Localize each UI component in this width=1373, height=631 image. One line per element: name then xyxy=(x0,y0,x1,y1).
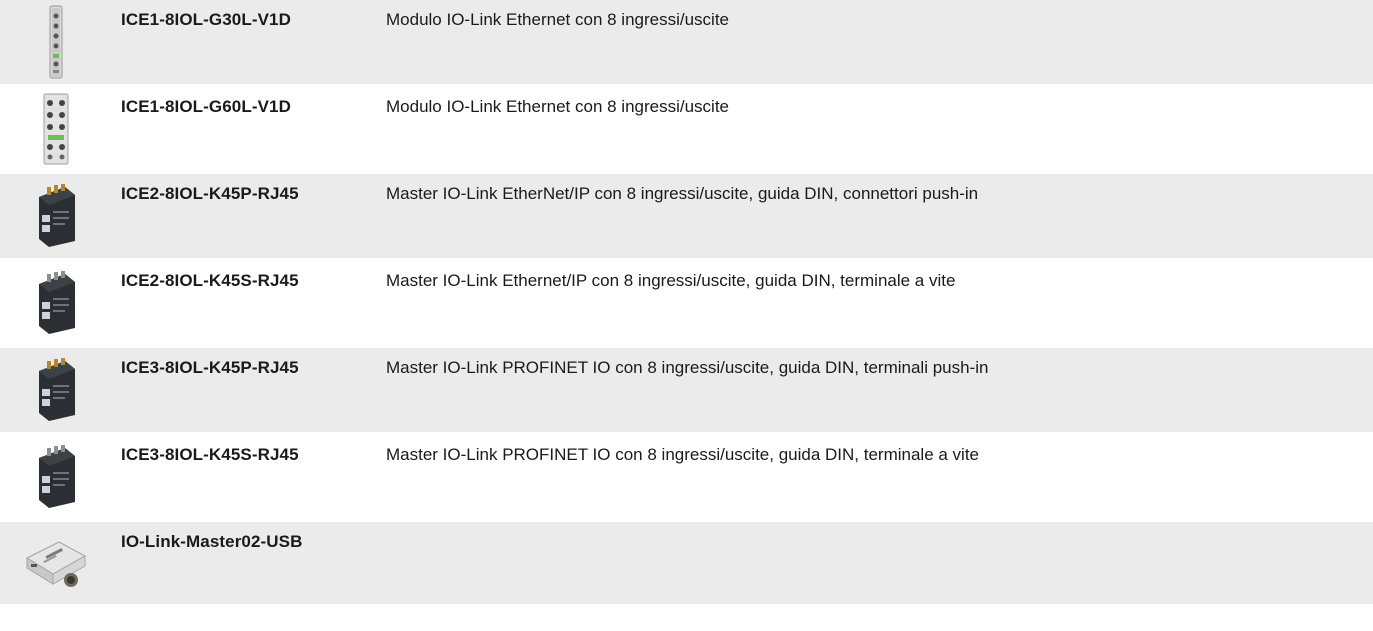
table-row: ICE3-8IOL-K45S-RJ45 Master IO-Link PROFI… xyxy=(0,435,1373,522)
product-description: Master IO-Link Ethernet/IP con 8 ingress… xyxy=(386,271,956,290)
din-rail-master-icon xyxy=(0,174,112,258)
io-link-module-slim-icon xyxy=(0,0,112,84)
usb-master-icon xyxy=(0,522,112,606)
product-code: ICE2-8IOL-K45S-RJ45 xyxy=(121,271,299,290)
table-row: IO-Link-Master02-USB xyxy=(0,522,1373,607)
product-code: ICE1-8IOL-G60L-V1D xyxy=(121,97,291,116)
product-code: ICE3-8IOL-K45S-RJ45 xyxy=(121,445,299,464)
product-description: Master IO-Link EtherNet/IP con 8 ingress… xyxy=(386,184,979,203)
table-row: ICE1-8IOL-G60L-V1D Modulo IO-Link Ethern… xyxy=(0,87,1373,174)
product-code: ICE1-8IOL-G30L-V1D xyxy=(121,10,291,29)
product-description: Modulo IO-Link Ethernet con 8 ingressi/u… xyxy=(386,97,730,116)
product-table: ICE1-8IOL-G30L-V1D Modulo IO-Link Ethern… xyxy=(0,0,1373,607)
din-rail-master-icon xyxy=(0,348,112,432)
io-link-module-wide-icon xyxy=(0,87,112,171)
product-description: Master IO-Link PROFINET IO con 8 ingress… xyxy=(386,445,980,464)
product-code: IO-Link-Master02-USB xyxy=(121,532,303,551)
table-row: ICE2-8IOL-K45P-RJ45 Master IO-Link Ether… xyxy=(0,174,1373,261)
din-rail-master-icon xyxy=(0,261,112,345)
din-rail-master-icon xyxy=(0,435,112,519)
product-description: Modulo IO-Link Ethernet con 8 ingressi/u… xyxy=(386,10,730,29)
product-description: Master IO-Link PROFINET IO con 8 ingress… xyxy=(386,358,989,377)
product-code: ICE3-8IOL-K45P-RJ45 xyxy=(121,358,299,377)
table-row: ICE1-8IOL-G30L-V1D Modulo IO-Link Ethern… xyxy=(0,0,1373,87)
table-row: ICE3-8IOL-K45P-RJ45 Master IO-Link PROFI… xyxy=(0,348,1373,435)
table-row: ICE2-8IOL-K45S-RJ45 Master IO-Link Ether… xyxy=(0,261,1373,348)
product-code: ICE2-8IOL-K45P-RJ45 xyxy=(121,184,299,203)
